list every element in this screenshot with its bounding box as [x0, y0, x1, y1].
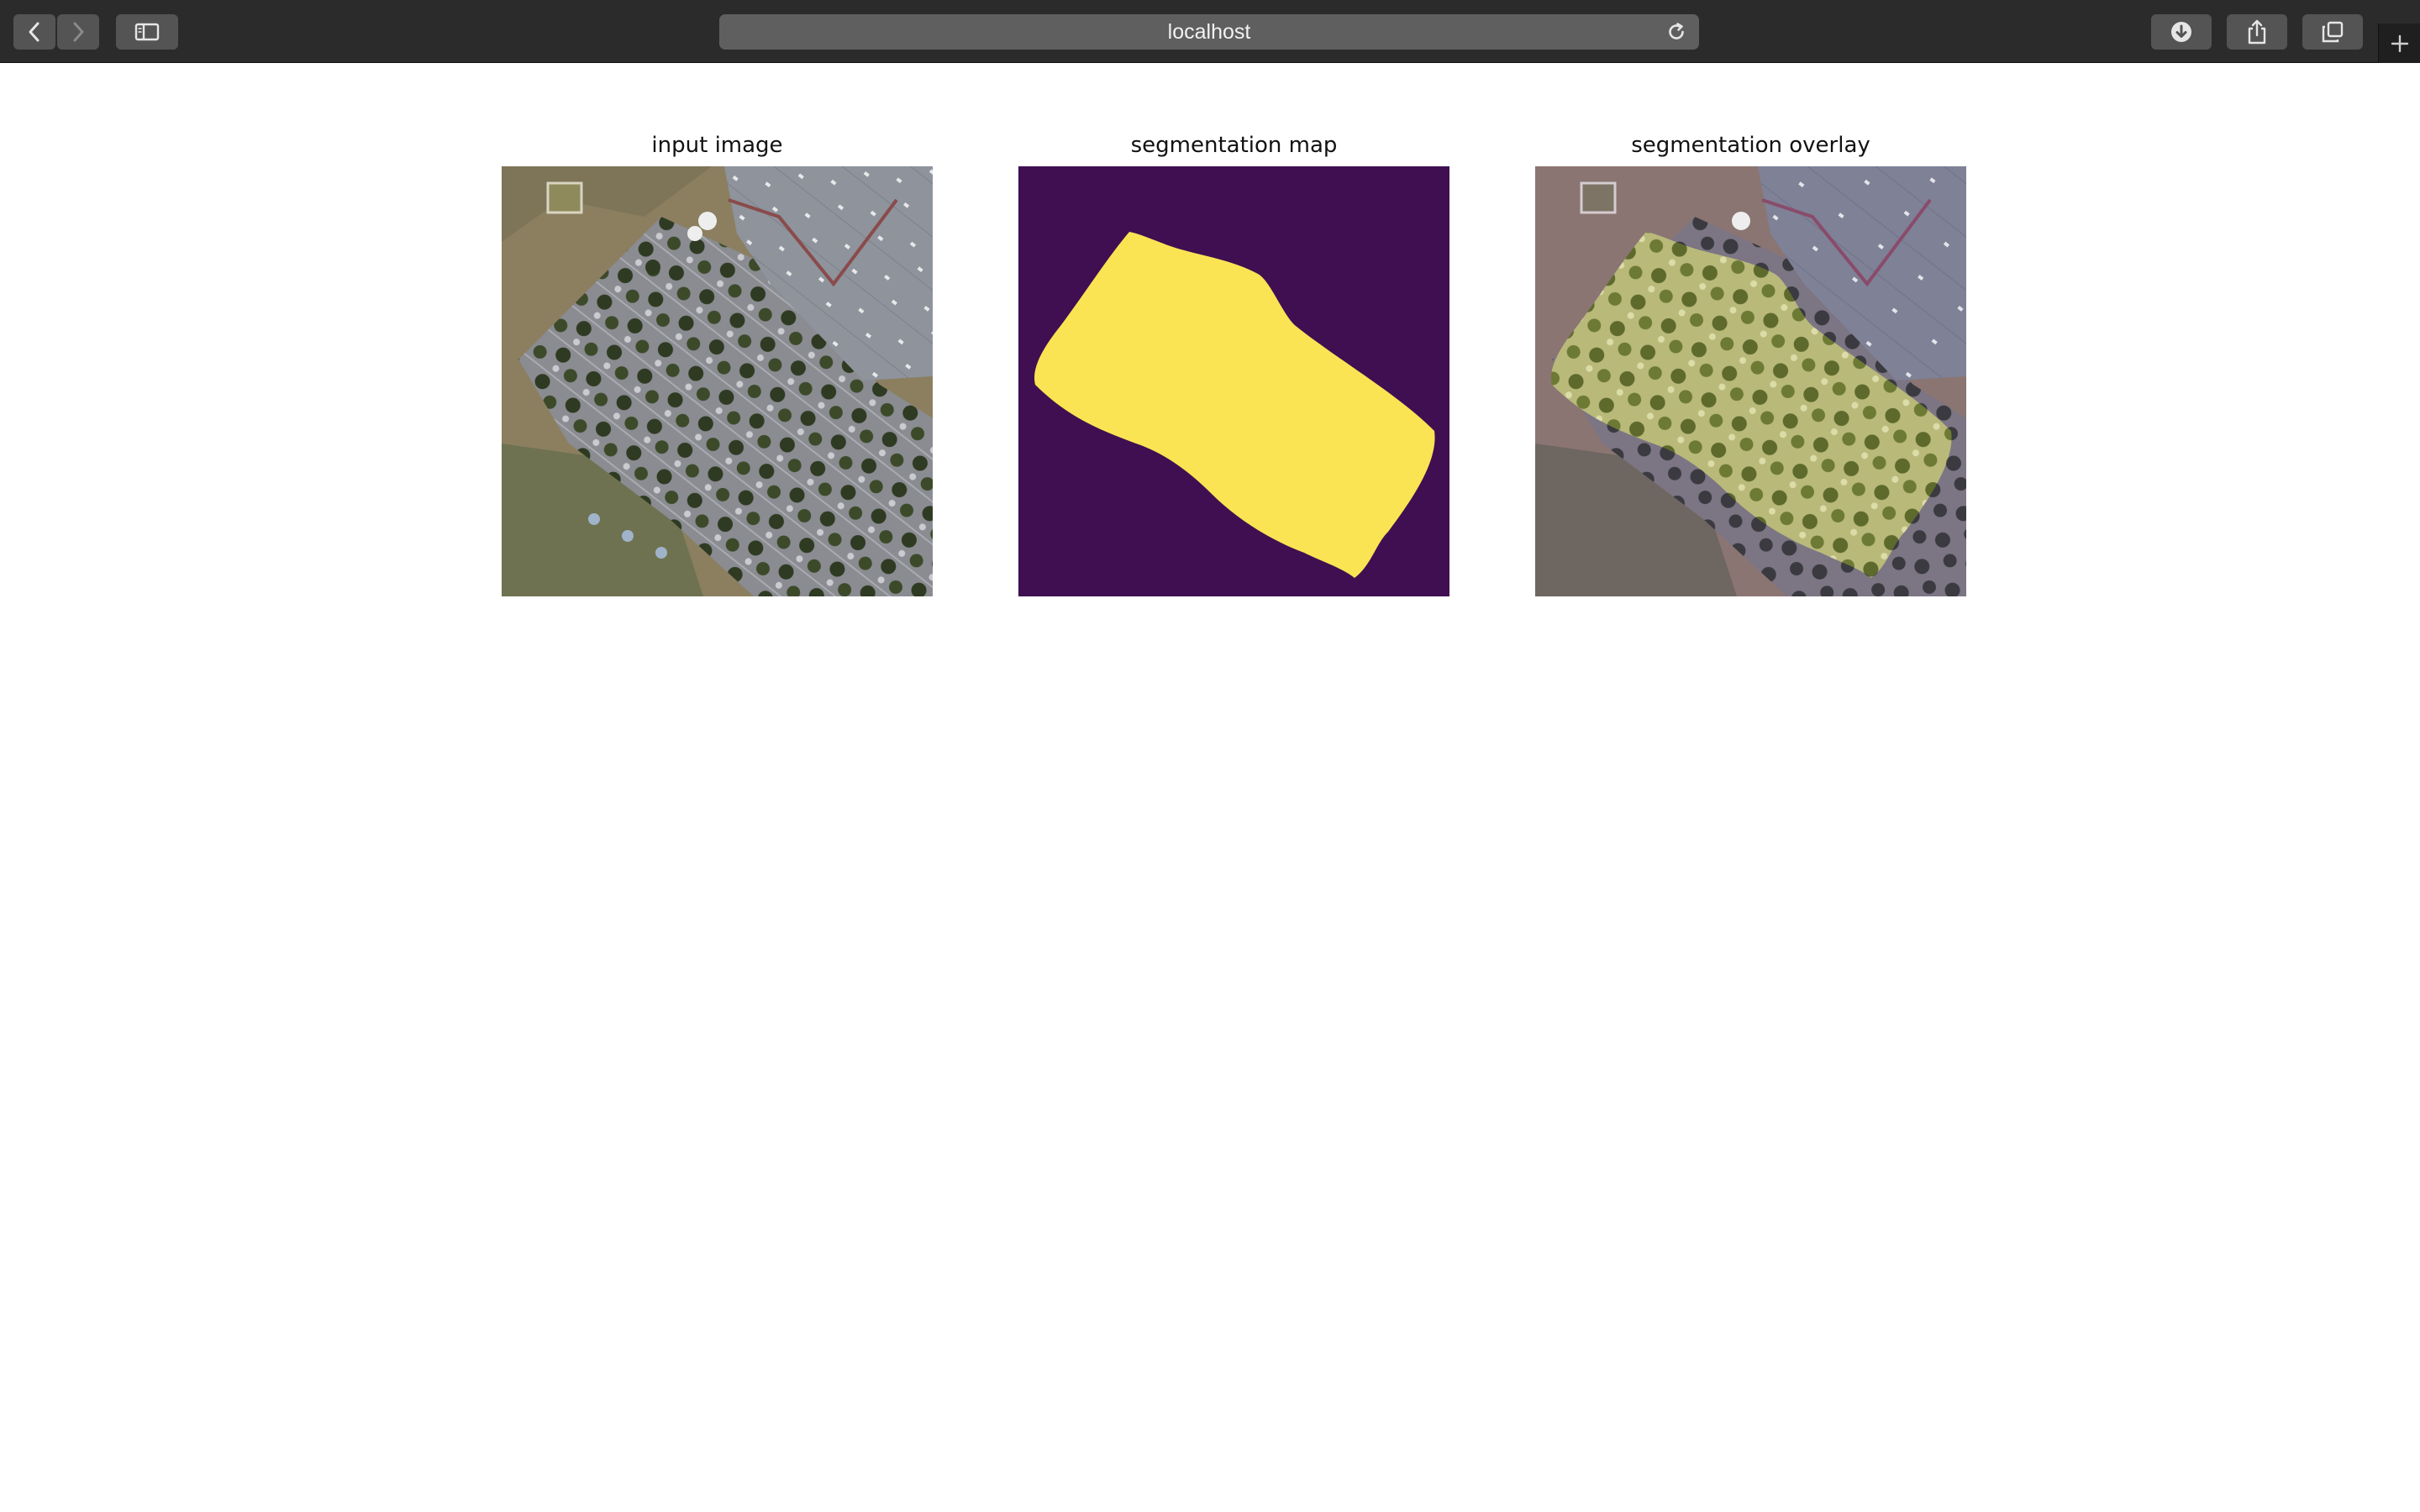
new-tab-button[interactable] — [2378, 24, 2420, 63]
download-icon — [2171, 22, 2191, 42]
back-button[interactable] — [13, 14, 55, 50]
chevron-right-icon — [73, 22, 84, 42]
browser-toolbar: localhost — [0, 0, 2420, 63]
reload-icon[interactable] — [1665, 21, 1687, 43]
sidebar-icon — [134, 23, 160, 41]
downloads-button[interactable] — [2151, 14, 2212, 50]
sidebar-toggle-button[interactable] — [116, 14, 178, 50]
segmentation-map-title: segmentation map — [1130, 133, 1338, 158]
share-button[interactable] — [2227, 14, 2287, 50]
tabs-overview-button[interactable] — [2302, 14, 2363, 50]
segmentation-map — [1018, 166, 1449, 596]
chevron-left-icon — [29, 22, 39, 42]
forward-button[interactable] — [57, 14, 99, 50]
segmentation-overlay — [1535, 166, 1966, 596]
tabs-overview-icon — [2322, 21, 2344, 43]
plus-icon — [2391, 34, 2409, 52]
url-text: localhost — [1167, 19, 1251, 44]
segmentation-overlay-title: segmentation overlay — [1631, 133, 1870, 158]
input-image — [502, 166, 933, 596]
input-image-title: input image — [651, 133, 783, 158]
share-icon — [2248, 19, 2266, 45]
address-bar[interactable]: localhost — [719, 14, 1699, 50]
